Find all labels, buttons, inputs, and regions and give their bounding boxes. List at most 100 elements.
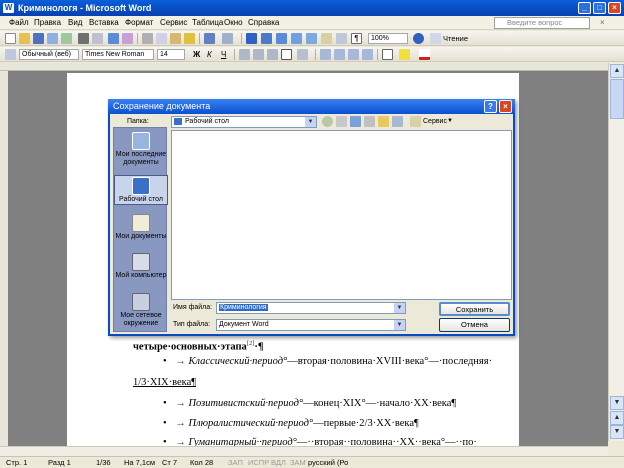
close-document-icon[interactable]: ×: [600, 17, 605, 29]
horizontal-scrollbar[interactable]: [0, 446, 608, 456]
doc-bullet-item[interactable]: • → Позитивистский·период°—конец·XIX°—·н…: [163, 398, 456, 409]
tools-icon[interactable]: [410, 116, 421, 127]
read-mode-button[interactable]: Чтение: [443, 33, 468, 44]
new-folder-icon[interactable]: [378, 116, 389, 127]
italic-button[interactable]: К: [207, 49, 212, 60]
decrease-indent-icon[interactable]: [348, 49, 359, 60]
vertical-scrollbar[interactable]: ▲ ▼ ▲ ▼: [608, 63, 624, 441]
doc-line[interactable]: четыре·основных·этапа[2]·¶: [133, 340, 264, 353]
dialog-help-icon[interactable]: ?: [484, 100, 497, 113]
chevron-down-icon[interactable]: ▼: [394, 303, 405, 313]
scroll-up-icon[interactable]: ▲: [610, 64, 624, 78]
styles-icon[interactable]: [5, 49, 16, 60]
font-size-select[interactable]: 14: [157, 49, 185, 60]
insert-excel-icon[interactable]: [291, 33, 302, 44]
close-button[interactable]: ×: [608, 2, 621, 14]
increase-indent-icon[interactable]: [362, 49, 373, 60]
status-overtype[interactable]: ЗАМ: [290, 457, 306, 468]
dialog-close-icon[interactable]: ×: [499, 100, 512, 113]
zoom-select[interactable]: 100%: [368, 33, 408, 44]
help-icon[interactable]: [413, 33, 424, 44]
align-right-icon[interactable]: [267, 49, 278, 60]
menu-format[interactable]: Формат: [125, 17, 153, 29]
paste-icon[interactable]: [170, 33, 181, 44]
folder-select[interactable]: Рабочий стол ▼: [171, 116, 317, 128]
file-list[interactable]: [171, 130, 512, 300]
research-icon[interactable]: [122, 33, 133, 44]
menu-help[interactable]: Справка: [248, 17, 279, 29]
permission-icon[interactable]: [47, 33, 58, 44]
status-track-changes[interactable]: ИСПР: [248, 457, 269, 468]
redo-icon[interactable]: [222, 33, 233, 44]
search-web-icon[interactable]: [350, 116, 361, 127]
menu-edit[interactable]: Правка: [34, 17, 61, 29]
bullets-icon[interactable]: [334, 49, 345, 60]
print-icon[interactable]: [78, 33, 89, 44]
place-desktop[interactable]: Рабочий стол: [114, 175, 168, 205]
save-button[interactable]: Сохранить: [439, 302, 510, 316]
place-recent[interactable]: Мои последние документы: [114, 132, 168, 167]
delete-icon[interactable]: [364, 116, 375, 127]
menu-table[interactable]: Таблица: [192, 17, 223, 29]
spelling-icon[interactable]: [108, 33, 119, 44]
underline-button[interactable]: Ч: [221, 49, 226, 60]
print-preview-icon[interactable]: [92, 33, 103, 44]
menu-window[interactable]: Окно: [224, 17, 243, 29]
new-document-icon[interactable]: [5, 33, 16, 44]
show-hide-icon[interactable]: ¶: [351, 33, 362, 44]
doc-bullet-item[interactable]: • → Плюралистический·период°—первые·2/3·…: [163, 418, 419, 429]
filename-field[interactable]: Криминология ▼: [216, 302, 406, 314]
menu-tools[interactable]: Сервис: [160, 17, 187, 29]
bold-button[interactable]: Ж: [193, 49, 200, 60]
chevron-down-icon[interactable]: ▼: [305, 117, 316, 127]
font-color-icon[interactable]: [419, 49, 430, 60]
status-extend[interactable]: ВДЛ: [271, 457, 286, 468]
justify-icon[interactable]: [281, 49, 292, 60]
scroll-thumb[interactable]: [610, 79, 624, 119]
menu-view[interactable]: Вид: [68, 17, 82, 29]
chevron-down-icon[interactable]: ▼: [394, 320, 405, 330]
columns-icon[interactable]: [306, 33, 317, 44]
up-folder-icon[interactable]: [336, 116, 347, 127]
email-icon[interactable]: [61, 33, 72, 44]
tools-menu[interactable]: Сервис: [423, 118, 447, 125]
filetype-select[interactable]: Документ Word ▼: [216, 319, 406, 331]
style-select[interactable]: Обычный (веб): [19, 49, 79, 60]
tools-chevron-icon[interactable]: ▼: [447, 118, 453, 124]
document-map-icon[interactable]: [336, 33, 347, 44]
numbering-icon[interactable]: [320, 49, 331, 60]
read-mode-icon[interactable]: [430, 33, 441, 44]
borders-icon[interactable]: [382, 49, 393, 60]
status-record[interactable]: ЗАП: [228, 457, 243, 468]
dialog-title-bar[interactable]: Сохранение документа ? ×: [108, 99, 515, 114]
vertical-ruler[interactable]: [0, 71, 8, 448]
doc-line[interactable]: 1/3·XIX·века¶: [133, 377, 196, 388]
help-search-input[interactable]: Введите вопрос: [494, 17, 590, 29]
minimize-button[interactable]: _: [578, 2, 591, 14]
maximize-button[interactable]: □: [593, 2, 606, 14]
back-icon[interactable]: [322, 116, 333, 127]
format-painter-icon[interactable]: [184, 33, 195, 44]
next-page-icon[interactable]: ▼: [610, 425, 624, 439]
place-my-documents[interactable]: Мои документы: [114, 214, 168, 241]
font-select[interactable]: Times New Roman: [82, 49, 154, 60]
hyperlink-icon[interactable]: [246, 33, 257, 44]
highlight-icon[interactable]: [399, 49, 410, 60]
horizontal-ruler[interactable]: [0, 63, 608, 71]
doc-bullet-item[interactable]: • → Классический·период°—вторая·половина…: [163, 356, 492, 367]
copy-icon[interactable]: [156, 33, 167, 44]
cancel-button[interactable]: Отмена: [439, 318, 510, 332]
place-my-computer[interactable]: Мой компьютер: [114, 253, 168, 280]
open-folder-icon[interactable]: [19, 33, 30, 44]
save-icon[interactable]: [33, 33, 44, 44]
align-center-icon[interactable]: [253, 49, 264, 60]
tables-borders-icon[interactable]: [261, 33, 272, 44]
undo-icon[interactable]: [204, 33, 215, 44]
views-icon[interactable]: [392, 116, 403, 127]
cut-icon[interactable]: [142, 33, 153, 44]
scroll-down-icon[interactable]: ▼: [610, 396, 624, 410]
align-left-icon[interactable]: [239, 49, 250, 60]
menu-insert[interactable]: Вставка: [89, 17, 119, 29]
title-bar[interactable]: W Криминологя - Microsoft Word _ □ ×: [0, 0, 624, 16]
drawing-icon[interactable]: [321, 33, 332, 44]
